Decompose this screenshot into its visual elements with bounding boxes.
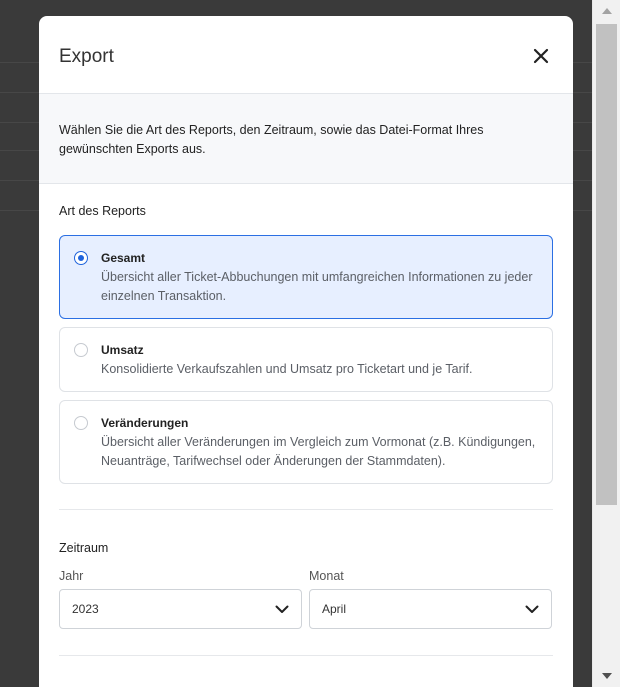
- scroll-down-arrow-icon: [601, 673, 612, 679]
- option-title: Gesamt: [101, 251, 146, 265]
- scroll-down-button[interactable]: [593, 665, 620, 687]
- section-divider: [59, 509, 553, 510]
- option-description: Übersicht aller Ticket-Abbuchungen mit u…: [101, 270, 533, 303]
- close-button[interactable]: [529, 44, 553, 68]
- option-text: Umsatz Konsolidierte Verkaufszahlen und …: [101, 341, 473, 379]
- year-select[interactable]: 2023: [59, 589, 302, 629]
- scroll-up-button[interactable]: [593, 0, 620, 22]
- report-type-section: Art des Reports Gesamt Übersicht aller T…: [39, 204, 573, 656]
- year-field: Jahr 2023: [59, 569, 302, 629]
- month-select-value: April: [322, 602, 347, 616]
- chevron-down-icon: [275, 605, 289, 613]
- option-description: Konsolidierte Verkaufszahlen und Umsatz …: [101, 362, 473, 376]
- dialog-header: Export: [39, 16, 573, 94]
- period-fields: Jahr 2023 Monat April: [59, 569, 553, 629]
- period-heading: Zeitraum: [59, 541, 109, 555]
- report-option-veraenderungen[interactable]: Veränderungen Übersicht aller Veränderun…: [59, 400, 553, 484]
- month-field: Monat April: [309, 569, 552, 629]
- chevron-down-icon: [525, 605, 539, 613]
- option-text: Gesamt Übersicht aller Ticket-Abbuchunge…: [101, 249, 540, 306]
- scrollbar-thumb[interactable]: [596, 24, 617, 505]
- month-label: Monat: [309, 569, 344, 583]
- close-icon: [533, 48, 549, 63]
- report-option-gesamt[interactable]: Gesamt Übersicht aller Ticket-Abbuchunge…: [59, 235, 553, 319]
- radio-gesamt[interactable]: [74, 251, 88, 265]
- scroll-up-arrow-icon: [601, 8, 612, 14]
- option-title: Veränderungen: [101, 416, 189, 430]
- month-select[interactable]: April: [309, 589, 552, 629]
- dialog-title: Export: [59, 45, 114, 67]
- dialog-intro-text: Wählen Sie die Art des Reports, den Zeit…: [39, 94, 573, 184]
- section-divider: [59, 655, 553, 656]
- year-label: Jahr: [59, 569, 84, 583]
- report-type-heading: Art des Reports: [59, 204, 146, 218]
- radio-umsatz[interactable]: [74, 343, 88, 357]
- report-option-umsatz[interactable]: Umsatz Konsolidierte Verkaufszahlen und …: [59, 327, 553, 392]
- export-dialog: Export Wählen Sie die Art des Reports, d…: [39, 16, 573, 687]
- radio-veraenderungen[interactable]: [74, 416, 88, 430]
- option-title: Umsatz: [101, 343, 144, 357]
- option-description: Übersicht aller Veränderungen im Verglei…: [101, 435, 536, 468]
- vertical-scrollbar[interactable]: [592, 0, 620, 687]
- year-select-value: 2023: [72, 602, 99, 616]
- option-text: Veränderungen Übersicht aller Veränderun…: [101, 414, 540, 471]
